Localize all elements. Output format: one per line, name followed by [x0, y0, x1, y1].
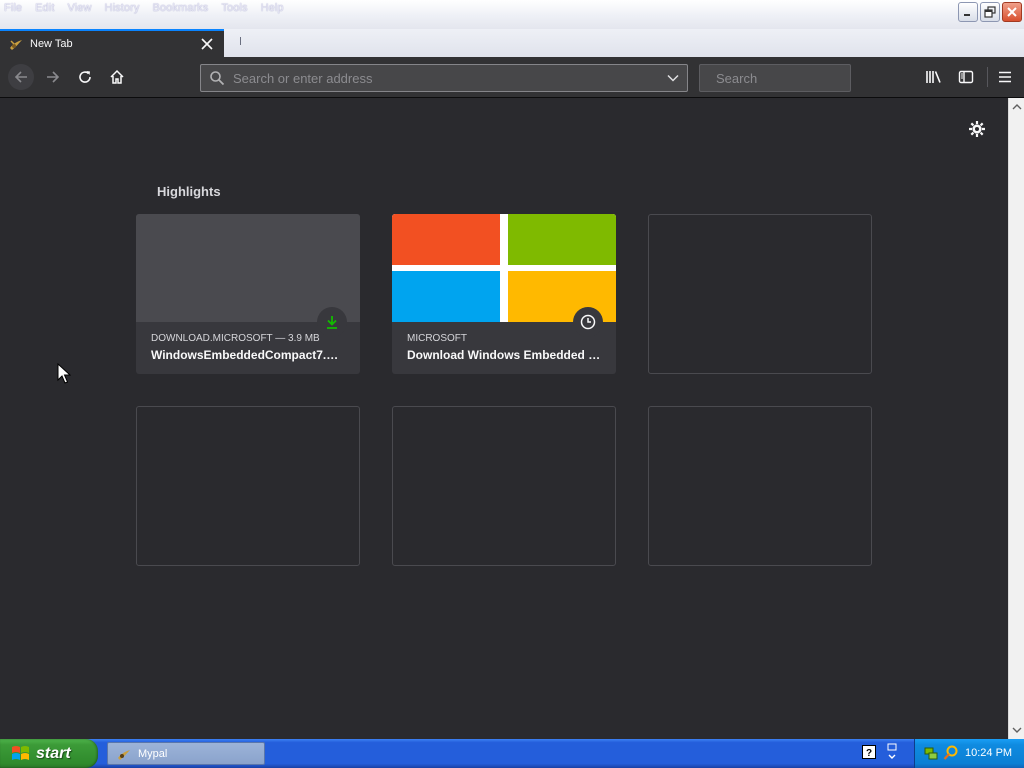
card-thumbnail [136, 214, 360, 322]
system-tray: 10:24 PM [914, 739, 1024, 768]
library-icon [926, 71, 941, 83]
card-title: Download Windows Embedded … [407, 348, 601, 362]
search-icon [210, 71, 225, 86]
empty-highlight-slot [648, 406, 872, 566]
card-title: WindowsEmbeddedCompact7.… [151, 348, 339, 362]
start-label: start [36, 744, 71, 762]
sidebar-toggle-button[interactable] [955, 66, 977, 88]
empty-highlight-slot [136, 406, 360, 566]
search-bar[interactable] [699, 64, 892, 92]
home-icon [110, 69, 124, 84]
url-input[interactable] [233, 70, 666, 86]
download-badge [317, 307, 347, 337]
restore-icon [984, 6, 996, 18]
clock: 10:24 PM [965, 747, 1013, 759]
minimize-button[interactable] [958, 2, 978, 22]
microsoft-logo-thumbnail [392, 214, 616, 322]
highlight-card-download[interactable]: DOWNLOAD.MICROSOFT — 3.9 MB WindowsEmbed… [136, 214, 360, 374]
vertical-scrollbar[interactable] [1008, 98, 1024, 739]
forward-button[interactable] [41, 65, 65, 89]
card-source: MICROSOFT [407, 333, 467, 344]
menu-tools[interactable]: Tools [221, 0, 247, 14]
customize-button[interactable] [966, 118, 988, 140]
clock-icon [580, 314, 596, 330]
url-bar[interactable] [200, 64, 688, 92]
card-source: DOWNLOAD.MICROSOFT — 3.9 MB [151, 333, 320, 344]
scroll-down-arrow-icon[interactable] [1012, 725, 1022, 735]
search-input[interactable] [716, 70, 892, 86]
menu-bar: File Edit View History Bookmarks Tools H… [0, 0, 1024, 29]
tab-separator [240, 37, 241, 45]
help-icon[interactable]: ? [862, 745, 876, 759]
toolbar-divider [987, 67, 988, 87]
reload-icon [79, 71, 91, 83]
back-arrow-icon [14, 71, 27, 83]
tray-arrows-icon[interactable] [886, 743, 898, 763]
mypal-favicon-icon [10, 40, 22, 50]
empty-highlight-slot [648, 214, 872, 374]
menu-view[interactable]: View [67, 0, 91, 14]
close-tab-icon[interactable] [200, 37, 214, 51]
forward-arrow-icon [47, 71, 60, 83]
ms-logo-blue-tile [392, 271, 500, 322]
tab-title: New Tab [30, 38, 73, 50]
scroll-up-arrow-icon[interactable] [1012, 102, 1022, 112]
empty-highlight-slot [392, 406, 616, 566]
navigation-toolbar [0, 57, 1024, 98]
taskbar-item-mypal[interactable]: Mypal [107, 742, 265, 765]
mouse-cursor-icon [57, 363, 71, 384]
network-icon[interactable] [923, 745, 939, 761]
tab-strip: New Tab [0, 29, 1024, 57]
windows-flag-icon [12, 745, 29, 760]
app-menu-button[interactable] [994, 66, 1016, 88]
menu-help[interactable]: Help [261, 0, 284, 14]
highlight-card-microsoft[interactable]: MICROSOFT Download Windows Embedded … [392, 214, 616, 374]
close-icon [1007, 7, 1017, 17]
history-badge [573, 307, 603, 337]
menu-bookmarks[interactable]: Bookmarks [152, 0, 208, 14]
library-button[interactable] [923, 66, 945, 88]
menu-file[interactable]: File [4, 0, 22, 14]
reload-button[interactable] [73, 65, 97, 89]
start-button[interactable]: start [0, 739, 98, 768]
window-controls [958, 2, 1022, 22]
svg-text:?: ? [866, 748, 872, 759]
menu-edit[interactable]: Edit [35, 0, 54, 14]
chevron-down-icon[interactable] [666, 71, 680, 85]
back-button[interactable] [8, 64, 34, 90]
close-window-button[interactable] [1002, 2, 1022, 22]
taskbar-item-label: Mypal [138, 747, 168, 760]
gear-icon [969, 121, 985, 137]
highlights-heading: Highlights [157, 184, 221, 199]
new-tab-page: Highlights DOWNLOAD.MICROSOFT — 3.9 MB W… [0, 98, 1008, 739]
ms-logo-green-tile [508, 214, 616, 265]
menu-history[interactable]: History [105, 0, 140, 14]
sidebar-icon [958, 70, 974, 84]
mypal-app-icon [118, 749, 130, 760]
hamburger-menu-icon [999, 71, 1011, 83]
restore-button[interactable] [980, 2, 1000, 22]
minimize-icon [964, 14, 970, 16]
magnifier-tray-icon[interactable] [943, 745, 959, 761]
screen: File Edit View History Bookmarks Tools H… [0, 0, 1024, 768]
download-icon [327, 316, 337, 329]
ms-logo-red-tile [392, 214, 500, 265]
taskbar: start Mypal ? 10:24 PM [0, 739, 1024, 768]
home-button[interactable] [105, 65, 129, 89]
tab-new-tab[interactable]: New Tab [0, 29, 224, 57]
